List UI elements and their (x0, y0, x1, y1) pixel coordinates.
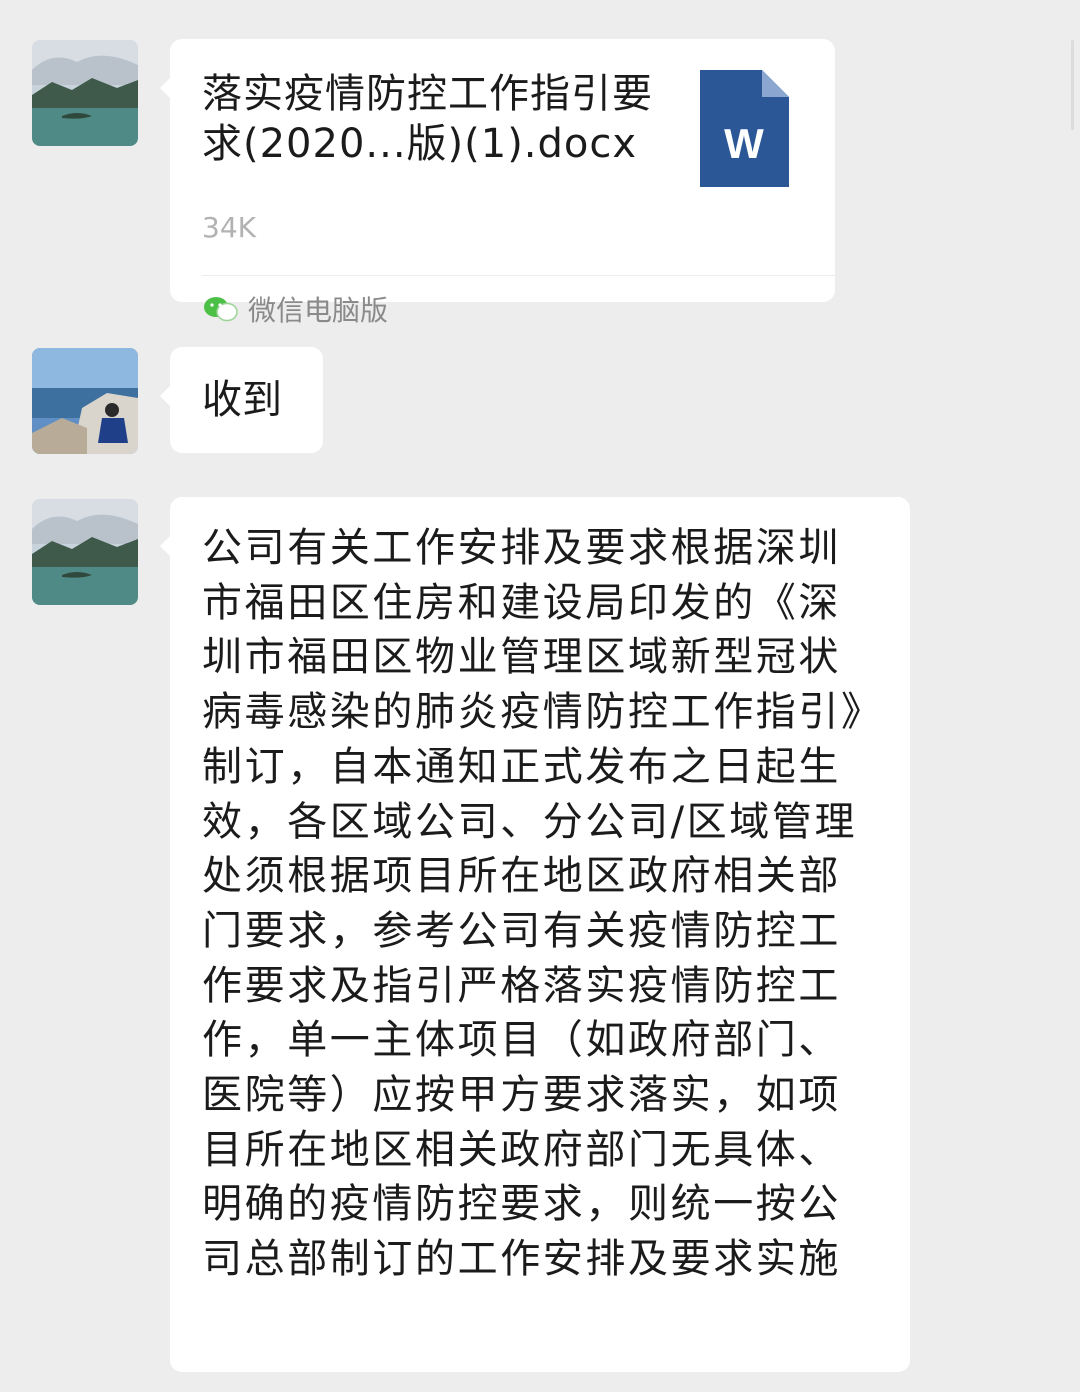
sender-avatar[interactable] (32, 499, 138, 605)
source-row: 微信电脑版 (202, 285, 388, 333)
wechat-icon (204, 297, 238, 322)
source-label: 微信电脑版 (248, 294, 389, 327)
text-message-bubble[interactable]: 公司有关工作安排及要求根据深圳市福田区住房和建设局印发的《深圳市福田区物业管理区… (160, 497, 910, 1372)
word-doc-icon: W (700, 70, 789, 187)
file-name: 落实疫情防控工作指引要求(2020...版)(1).docx (202, 71, 653, 167)
message-text: 公司有关工作安排及要求根据深圳市福田区住房和建设局印发的《深圳市福田区物业管理区… (202, 525, 864, 1283)
file-size: 34K (202, 211, 256, 244)
sender-avatar[interactable] (32, 40, 138, 146)
message-text: 收到 (202, 377, 282, 423)
sender-avatar[interactable] (32, 348, 138, 454)
file-message-card[interactable]: 落实疫情防控工作指引要求(2020...版)(1).docx 34K W 微信电… (160, 39, 835, 327)
lake-landscape-avatar (32, 499, 138, 605)
card-divider (202, 275, 835, 276)
coast-person-avatar (32, 348, 138, 454)
scrollbar[interactable] (1071, 40, 1074, 130)
word-doc-letter: W (724, 120, 764, 167)
lake-landscape-avatar (32, 40, 138, 146)
text-message-bubble[interactable]: 收到 (160, 347, 323, 453)
